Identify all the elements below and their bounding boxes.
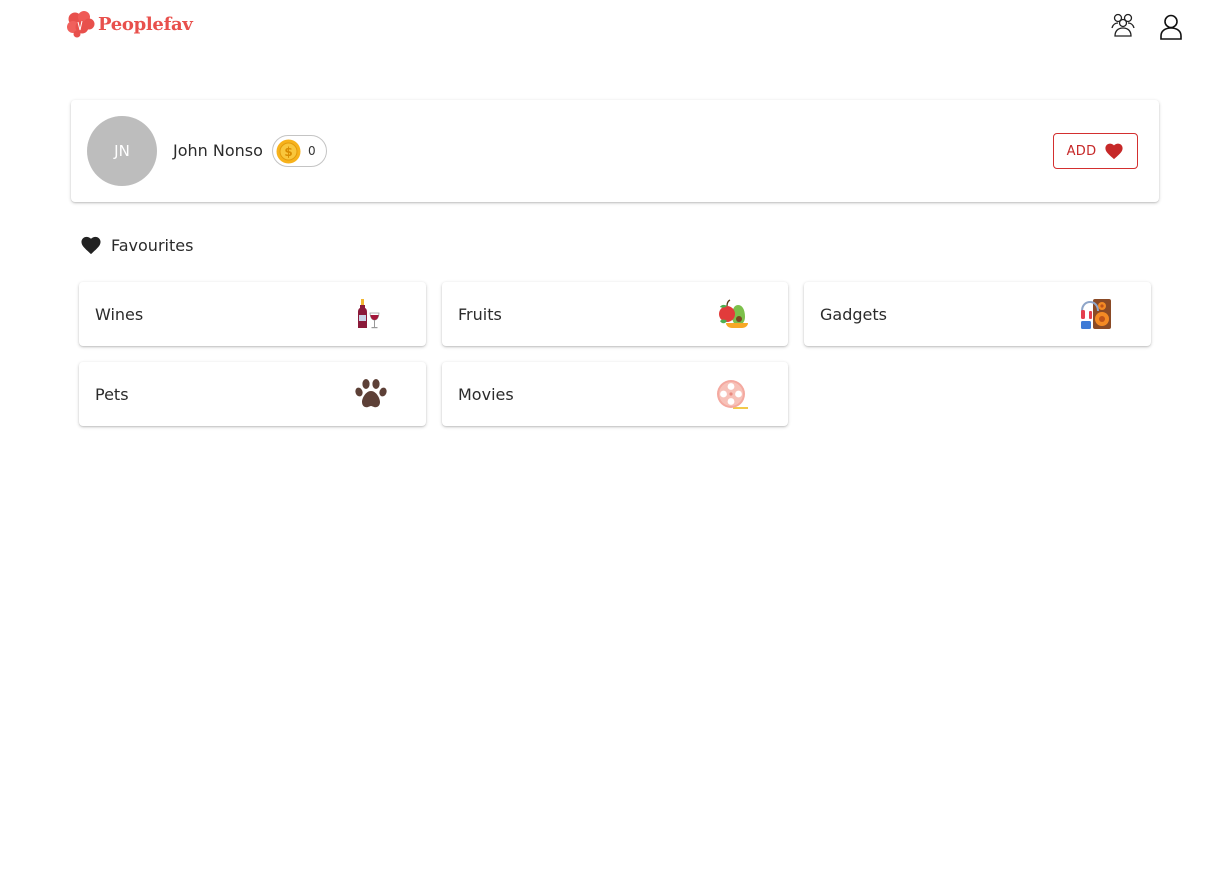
category-label: Gadgets xyxy=(820,305,887,324)
add-favourite-button[interactable]: ADD xyxy=(1053,133,1138,169)
category-card-wines[interactable]: Wines xyxy=(79,282,426,346)
logo-mark-icon xyxy=(66,10,96,38)
paw-icon xyxy=(354,377,388,411)
category-card-pets[interactable]: Pets xyxy=(79,362,426,426)
svg-text:$: $ xyxy=(284,145,292,159)
category-card-fruits[interactable]: Fruits xyxy=(442,282,788,346)
user-name: John Nonso xyxy=(173,141,263,160)
favourites-title: Favourites xyxy=(111,235,194,255)
category-card-movies[interactable]: Movies xyxy=(442,362,788,426)
brand-name: Peoplefav xyxy=(98,13,193,35)
coin-icon: $ xyxy=(276,139,301,164)
film-reel-icon xyxy=(716,377,750,411)
category-label: Wines xyxy=(95,305,144,324)
community-icon[interactable] xyxy=(1109,11,1137,39)
coin-count: 0 xyxy=(308,144,316,158)
brand-logo[interactable]: Peoplefav xyxy=(66,10,193,38)
coin-balance-chip[interactable]: $ 0 xyxy=(272,135,327,167)
add-button-label: ADD xyxy=(1066,143,1097,159)
category-card-gadgets[interactable]: Gadgets xyxy=(804,282,1151,346)
category-label: Pets xyxy=(95,385,129,404)
favourites-heading: Favourites xyxy=(80,235,193,255)
avatar[interactable]: JN xyxy=(87,116,157,186)
account-icon[interactable] xyxy=(1157,13,1185,41)
category-label: Fruits xyxy=(458,305,502,324)
heart-icon xyxy=(1104,142,1124,160)
profile-card: JN John Nonso $ 0 ADD xyxy=(71,100,1159,202)
favourites-heart-icon xyxy=(80,235,102,255)
wine-icon xyxy=(354,297,388,331)
category-label: Movies xyxy=(458,385,514,404)
gadgets-icon xyxy=(1079,297,1113,331)
fruits-icon xyxy=(716,297,750,331)
avatar-initials: JN xyxy=(114,142,130,160)
